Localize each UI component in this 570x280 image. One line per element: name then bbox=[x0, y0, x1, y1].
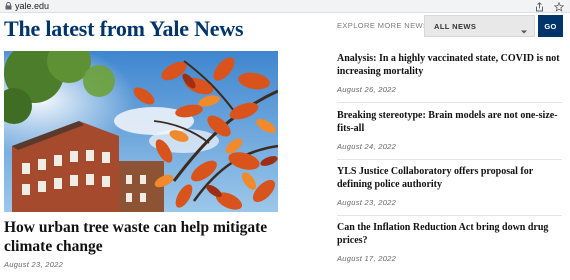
divider bbox=[337, 215, 562, 216]
divider bbox=[337, 102, 562, 103]
story-date: August 23, 2022 bbox=[337, 198, 397, 207]
story-headline-link[interactable]: Analysis: In a highly vaccinated state, … bbox=[337, 52, 562, 78]
chevron-down-icon bbox=[520, 23, 528, 34]
page-title: The latest from Yale News bbox=[4, 16, 244, 41]
divider bbox=[337, 159, 562, 160]
story-headline-link[interactable]: Can the Inflation Reduction Act bring do… bbox=[337, 221, 562, 247]
news-filter-value: ALL NEWS bbox=[434, 21, 477, 31]
list-item: Breaking stereotype: Brain models are no… bbox=[337, 109, 562, 151]
list-item: YLS Justice Collaboratory offers proposa… bbox=[337, 165, 562, 207]
list-item: Analysis: In a highly vaccinated state, … bbox=[337, 52, 562, 94]
browser-url-bar[interactable]: yale.edu bbox=[0, 0, 570, 13]
lock-icon bbox=[3, 0, 13, 13]
story-date: August 17, 2022 bbox=[337, 254, 397, 263]
story-headline-link[interactable]: Breaking stereotype: Brain models are no… bbox=[337, 109, 562, 135]
explore-label: EXPLORE MORE NEWS bbox=[337, 21, 429, 30]
share-icon[interactable] bbox=[534, 1, 544, 12]
list-item: Can the Inflation Reduction Act bring do… bbox=[337, 221, 562, 263]
url-text[interactable]: yale.edu bbox=[15, 1, 49, 11]
feature-date: August 23, 2022 bbox=[4, 260, 64, 269]
go-button[interactable]: GO bbox=[538, 15, 563, 37]
story-headline-link[interactable]: YLS Justice Collaboratory offers proposa… bbox=[337, 165, 562, 191]
story-date: August 26, 2022 bbox=[337, 85, 397, 94]
star-icon[interactable] bbox=[554, 1, 564, 12]
feature-image[interactable] bbox=[4, 51, 278, 212]
feature-headline-link[interactable]: How urban tree waste can help mitigate c… bbox=[4, 218, 304, 256]
story-date: August 24, 2022 bbox=[337, 142, 397, 151]
news-filter-select[interactable]: ALL NEWS bbox=[424, 15, 535, 37]
